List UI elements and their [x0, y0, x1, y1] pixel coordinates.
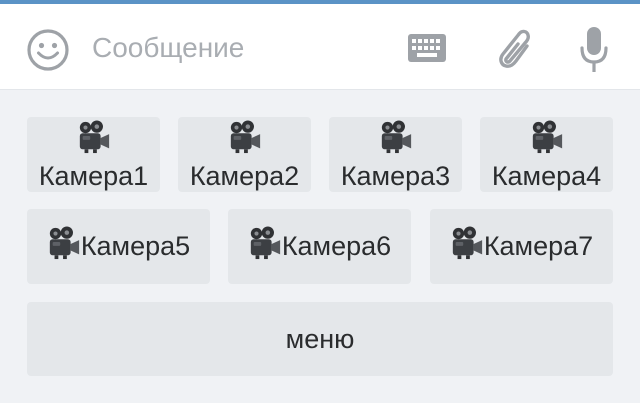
menu-button[interactable]: меню [27, 302, 613, 376]
button-label: Камера6 [281, 231, 392, 261]
microphone-icon[interactable] [572, 20, 616, 80]
message-composer [0, 4, 640, 90]
button-label: Камера4 [491, 160, 602, 191]
camera-2-button[interactable]: Камера2 [178, 117, 311, 192]
camera-1-button[interactable]: Камера1 [27, 117, 160, 192]
movie-camera-icon [379, 120, 413, 159]
message-input[interactable] [92, 28, 382, 68]
button-label: Камера5 [80, 231, 191, 261]
camera-5-button[interactable]: Камера5 [27, 209, 210, 284]
keyboard-icon[interactable] [404, 28, 450, 68]
camera-7-button[interactable]: Камера7 [430, 209, 613, 284]
button-label: Камера3 [340, 160, 451, 191]
button-label: меню [285, 323, 355, 354]
movie-camera-icon [47, 226, 81, 267]
movie-camera-icon [248, 226, 282, 267]
emoji-icon[interactable] [22, 24, 74, 76]
movie-camera-icon [530, 120, 564, 159]
movie-camera-icon [228, 120, 262, 159]
bot-keyboard: Камера1 Камера2 Камера3 Камера4 Камера5 … [0, 90, 640, 403]
movie-camera-icon [450, 226, 484, 267]
camera-4-button[interactable]: Камера4 [480, 117, 613, 192]
button-label: Камера1 [38, 160, 149, 191]
camera-3-button[interactable]: Камера3 [329, 117, 462, 192]
camera-6-button[interactable]: Камера6 [228, 209, 411, 284]
button-label: Камера2 [189, 160, 300, 191]
movie-camera-icon [77, 120, 111, 159]
paperclip-icon[interactable] [487, 22, 537, 78]
button-label: Камера7 [483, 231, 594, 261]
